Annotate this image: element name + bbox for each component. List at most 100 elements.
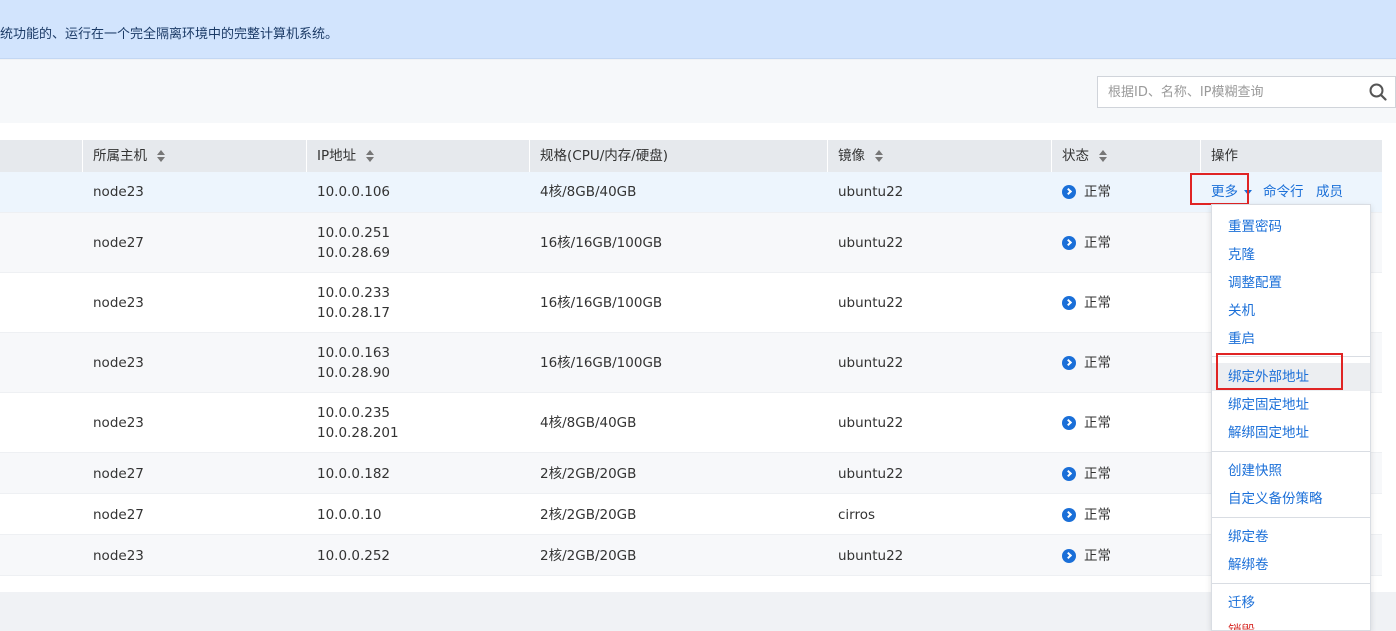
menu-item-reboot[interactable]: 重启 [1212,325,1370,353]
menu-item-backup-policy[interactable]: 自定义备份策略 [1212,485,1370,513]
image-cell: ubuntu22 [838,466,904,482]
members-link[interactable]: 成员 [1316,182,1343,202]
sort-icon[interactable] [875,149,884,163]
spec-cell: 4核/8GB/40GB [540,415,637,431]
column-divider [82,140,83,172]
page-footer [0,592,1396,631]
table-row[interactable]: node27 10.0.0.251 10.0.28.69 16核/16GB/10… [0,213,1382,273]
search-input[interactable] [1098,77,1358,107]
image-cell: ubuntu22 [838,295,904,311]
host-cell: node27 [93,507,144,523]
column-label: IP地址 [317,148,357,164]
table-row[interactable]: node23 10.0.0.252 2核/2GB/20GB ubuntu22 正… [0,535,1382,576]
ip-cell: 10.0.0.235 [317,405,390,421]
host-cell: node23 [93,548,144,564]
column-header-status[interactable]: 状态 [1062,140,1108,172]
column-header-ip[interactable]: IP地址 [317,140,375,172]
status-text: 正常 [1084,235,1111,251]
spec-cell: 16核/16GB/100GB [540,235,663,251]
sort-icon[interactable] [157,149,166,163]
menu-item-resize[interactable]: 调整配置 [1212,269,1370,297]
host-cell: node23 [93,415,144,431]
spec-cell: 16核/16GB/100GB [540,295,663,311]
banner-text: 统功能的、运行在一个完全隔离环境中的完整计算机系统。 [0,27,339,42]
image-cell: ubuntu22 [838,415,904,431]
image-cell: ubuntu22 [838,235,904,251]
table-row[interactable]: node27 10.0.0.182 2核/2GB/20GB ubuntu22 正… [0,453,1382,494]
table-row[interactable]: node23 10.0.0.106 4核/8GB/40GB ubuntu22 正… [0,172,1382,213]
menu-item-create-snapshot[interactable]: 创建快照 [1212,457,1370,485]
sort-icon[interactable] [1099,149,1108,163]
column-label: 规格(CPU/内存/硬盘) [540,148,669,164]
image-cell: cirros [838,507,876,523]
status-text: 正常 [1084,355,1111,371]
table-row[interactable]: node23 10.0.0.163 10.0.28.90 16核/16GB/10… [0,333,1382,393]
status-text: 正常 [1084,466,1111,482]
column-divider [1051,140,1052,172]
menu-item-migrate[interactable]: 迁移 [1212,589,1370,617]
status-text: 正常 [1084,295,1111,311]
spec-cell: 2核/2GB/20GB [540,466,637,482]
more-actions-menu: 重置密码 克隆 调整配置 关机 重启 绑定外部地址 绑定固定地址 解绑固定地址 … [1211,204,1371,631]
ip-cell: 10.0.0.252 [317,548,390,564]
ip-cell-secondary: 10.0.28.90 [317,365,390,381]
menu-item-clone[interactable]: 克隆 [1212,241,1370,269]
column-label: 操作 [1211,148,1238,164]
image-cell: ubuntu22 [838,184,904,200]
column-divider [306,140,307,172]
spec-cell: 2核/2GB/20GB [540,507,637,523]
ip-cell: 10.0.0.106 [317,184,390,200]
ip-cell: 10.0.0.163 [317,345,390,361]
table-row[interactable]: node23 10.0.0.235 10.0.28.201 4核/8GB/40G… [0,393,1382,453]
column-divider [1200,140,1201,172]
status-text: 正常 [1084,548,1111,564]
ip-cell-secondary: 10.0.28.69 [317,245,390,261]
menu-item-unbind-fixed-address[interactable]: 解绑固定地址 [1212,419,1370,447]
menu-item-shutdown[interactable]: 关机 [1212,297,1370,325]
ip-cell: 10.0.0.182 [317,466,390,482]
sort-icon[interactable] [366,149,375,163]
table-row[interactable]: node23 10.0.0.233 10.0.28.17 16核/16GB/10… [0,273,1382,333]
column-header-host[interactable]: 所属主机 [93,140,166,172]
menu-divider [1212,583,1370,584]
host-cell: node23 [93,295,144,311]
table-row[interactable]: node27 10.0.0.10 2核/2GB/20GB cirros 正常 [0,494,1382,535]
highlight-box-bind-external [1216,353,1343,390]
host-cell: node27 [93,235,144,251]
column-label: 所属主机 [93,148,147,164]
menu-item-reset-password[interactable]: 重置密码 [1212,213,1370,241]
menu-divider [1212,451,1370,452]
table-header: 所属主机 IP地址 规格(CPU/内存/硬盘) 镜像 状态 操作 [0,140,1382,172]
menu-divider [1212,517,1370,518]
menu-item-bind-fixed-address[interactable]: 绑定固定地址 [1212,391,1370,419]
status-text: 正常 [1084,507,1111,523]
menu-item-destroy[interactable]: 销毁 [1212,617,1370,630]
spec-cell: 4核/8GB/40GB [540,184,637,200]
status-ok-icon [1062,549,1076,563]
ip-cell-secondary: 10.0.28.17 [317,305,390,321]
search-icon[interactable] [1369,83,1387,101]
column-header-image[interactable]: 镜像 [838,140,884,172]
info-banner: 统功能的、运行在一个完全隔离环境中的完整计算机系统。 [0,0,1396,59]
column-label: 状态 [1062,148,1089,164]
status-ok-icon [1062,508,1076,522]
status-ok-icon [1062,356,1076,370]
host-cell: node27 [93,466,144,482]
menu-item-attach-volume[interactable]: 绑定卷 [1212,523,1370,551]
status-text: 正常 [1084,184,1111,200]
column-header-spec: 规格(CPU/内存/硬盘) [540,140,668,172]
search-box[interactable] [1097,76,1396,108]
ip-cell: 10.0.0.233 [317,285,390,301]
column-divider [827,140,828,172]
status-ok-icon [1062,296,1076,310]
spec-cell: 2核/2GB/20GB [540,548,637,564]
status-ok-icon [1062,185,1076,199]
status-text: 正常 [1084,415,1111,431]
column-divider [529,140,530,172]
ip-cell: 10.0.0.10 [317,507,382,523]
ip-cell-secondary: 10.0.28.201 [317,425,399,441]
image-cell: ubuntu22 [838,548,904,564]
console-link[interactable]: 命令行 [1263,182,1304,202]
menu-item-detach-volume[interactable]: 解绑卷 [1212,551,1370,579]
ip-cell: 10.0.0.251 [317,225,390,241]
